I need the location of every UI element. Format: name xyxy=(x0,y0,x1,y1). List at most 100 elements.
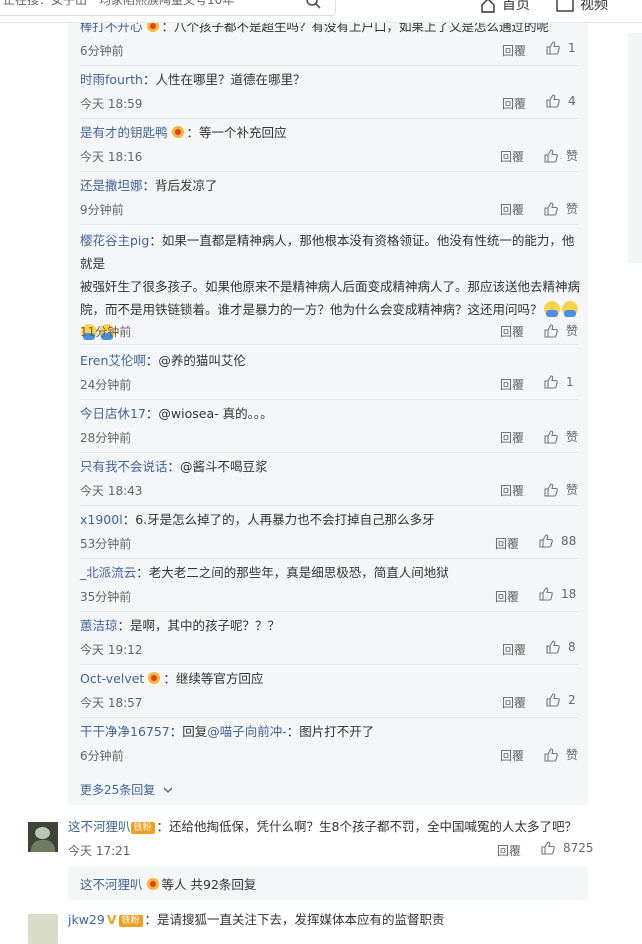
like-count: 4 xyxy=(568,94,576,108)
reply-username[interactable]: 是有才的钥匙鸭 xyxy=(80,125,168,140)
reply-username[interactable]: 樱花谷主pig xyxy=(80,233,149,248)
reply-button[interactable]: 回覆 xyxy=(500,747,524,764)
reply-content: 是有才的钥匙鸭 ：等一个补充回应 xyxy=(80,120,287,146)
reply-text: ：@酱斗不喝豆浆 xyxy=(167,459,268,474)
reply-content: 蕙洁琼：是啊，其中的孩子呢？？？ xyxy=(80,613,280,639)
chevron-down-icon xyxy=(163,787,173,793)
more-replies-link[interactable]: 更多25条回复 xyxy=(80,781,173,798)
reply-summary: 这不河狸叭 等人 共92条回复 xyxy=(80,874,256,893)
reply-username[interactable]: 干干净净16757 xyxy=(80,724,170,739)
reply-time: 今天 19:12 xyxy=(80,643,143,657)
like-button[interactable]: 8725 xyxy=(541,841,594,855)
thumbs-up-icon xyxy=(539,534,553,548)
reply-summary-panel[interactable]: 这不河狸叭 等人 共92条回复 xyxy=(68,866,588,900)
divider xyxy=(80,664,578,665)
like-button[interactable]: 2 xyxy=(546,693,576,707)
reply-button[interactable]: 回覆 xyxy=(502,95,526,112)
divider xyxy=(80,611,578,612)
reply-time: 9分钟前 xyxy=(80,203,124,217)
reply-text: ：人性在哪里？道德在哪里？ xyxy=(142,72,306,87)
like-count: 1 xyxy=(568,41,576,55)
divider xyxy=(80,224,578,225)
reply-time: 今天 18:16 xyxy=(80,150,143,164)
like-button[interactable]: 赞 xyxy=(544,147,578,164)
like-button[interactable]: 赞 xyxy=(544,322,578,339)
like-button[interactable]: 4 xyxy=(546,94,576,108)
reply-username[interactable]: 还是撒坦娜 xyxy=(80,178,143,193)
reply-text: ：@养的猫叫艾伦 xyxy=(145,353,246,368)
reply-button[interactable]: 回覆 xyxy=(502,694,526,711)
like-button[interactable]: 赞 xyxy=(544,428,578,445)
fan-badge: 铁粉 xyxy=(118,915,143,927)
reply-username[interactable]: _北派流云 xyxy=(80,565,136,580)
fan-badge: 铁粉 xyxy=(130,822,155,834)
divider xyxy=(80,171,578,172)
avatar[interactable] xyxy=(28,914,58,944)
emoji-icon xyxy=(543,301,560,317)
summary-username[interactable]: 这不河狸叭 xyxy=(80,877,143,892)
top-bar: 正在搜：女子出一均家陷熙族陶量叉号10年 首页 视频 xyxy=(0,0,642,23)
reply-button[interactable]: 回覆 xyxy=(495,588,519,605)
reply-time: 24分钟前 xyxy=(80,378,132,392)
search-icon[interactable] xyxy=(305,0,321,9)
like-count: 赞 xyxy=(566,430,579,444)
like-button[interactable]: 88 xyxy=(539,534,576,548)
nav-video[interactable]: 视频 xyxy=(556,0,608,14)
like-button[interactable]: 赞 xyxy=(544,481,578,498)
like-count: 1 xyxy=(566,375,574,389)
comment-content: jkw29 V 铁粉 ：是请搜狐一直关注下去，发挥媒体本应有的监督职责 xyxy=(68,911,445,929)
nav-home[interactable]: 首页 xyxy=(480,0,530,14)
like-button[interactable]: 1 xyxy=(546,41,576,55)
reply-username[interactable]: Oct-velvet xyxy=(80,671,144,686)
reply-button[interactable]: 回覆 xyxy=(497,842,521,859)
reply-time: 11分钟前 xyxy=(80,325,132,339)
reply-button[interactable]: 回覆 xyxy=(500,201,524,218)
reply-text: ：继续等官方回应 xyxy=(163,671,264,686)
search-box[interactable]: 正在搜：女子出一均家陷熙族陶量叉号10年 xyxy=(0,0,336,16)
avatar[interactable] xyxy=(28,822,58,852)
reply-button[interactable]: 回覆 xyxy=(500,482,524,499)
reply-content: 干干净净16757：回复@喵子向前冲-：图片打不开了 xyxy=(80,719,374,745)
comment-time: 今天 17:21 xyxy=(68,844,131,858)
reply-button[interactable]: 回覆 xyxy=(500,148,524,165)
reply-username[interactable]: 蕙洁琼 xyxy=(80,618,118,633)
thumbs-up-icon xyxy=(546,41,560,55)
thumbs-up-icon xyxy=(544,483,558,497)
reply-button[interactable]: 回覆 xyxy=(502,42,526,59)
reply-username[interactable]: x1900l xyxy=(80,512,123,527)
more-replies-label: 更多25条回复 xyxy=(80,783,156,797)
like-button[interactable]: 18 xyxy=(539,587,576,601)
reply-text: ：回复 xyxy=(169,724,208,739)
reply-text: ：@wiosea- 真的。。。 xyxy=(145,406,273,421)
reply-username[interactable]: Eren艾伦啊 xyxy=(80,353,146,368)
reply-time: 6分钟前 xyxy=(80,749,124,763)
like-count: 赞 xyxy=(566,202,579,216)
reply-button[interactable]: 回覆 xyxy=(500,429,524,446)
nav-video-label: 视频 xyxy=(580,0,608,13)
like-button[interactable]: 赞 xyxy=(544,746,578,763)
reply-username[interactable]: 今日店休17 xyxy=(80,406,146,421)
reply-username[interactable]: 时雨fourth xyxy=(80,72,143,87)
reply-content: 还是撒坦娜：背后发凉了 xyxy=(80,173,218,199)
reply-time: 6分钟前 xyxy=(80,44,124,58)
comment-text: ：还给他掏低保，凭什么啊？生8个孩子都不罚，全中国喊冤的人太多了吧？ xyxy=(156,819,577,834)
like-button[interactable]: 1 xyxy=(544,375,574,389)
thumbs-up-icon xyxy=(544,324,558,338)
reply-button[interactable]: 回覆 xyxy=(495,535,519,552)
mention-link[interactable]: @喵子向前冲- xyxy=(207,724,287,739)
comment-username[interactable]: 这不河狸叭 xyxy=(68,819,131,834)
thumbs-up-icon xyxy=(546,94,560,108)
video-icon xyxy=(556,0,574,12)
reply-button[interactable]: 回覆 xyxy=(502,641,526,658)
reply-button[interactable]: 回覆 xyxy=(500,323,524,340)
thumbs-up-icon xyxy=(546,693,560,707)
like-button[interactable]: 8 xyxy=(546,640,576,654)
reply-button[interactable]: 回覆 xyxy=(500,376,524,393)
thumbs-up-icon xyxy=(544,748,558,762)
like-button[interactable]: 赞 xyxy=(544,200,578,217)
reply-username[interactable]: 只有我不会说话 xyxy=(80,459,168,474)
like-count: 2 xyxy=(568,693,576,707)
reply-panel: 棒打不开心 ：八个孩子都不是超生吗？有没有上户口，如果上了又是怎么通过的呢 6分钟… xyxy=(68,0,588,805)
thumbs-up-icon xyxy=(544,202,558,216)
reply-content: Eren艾伦啊：@养的猫叫艾伦 xyxy=(80,348,246,374)
